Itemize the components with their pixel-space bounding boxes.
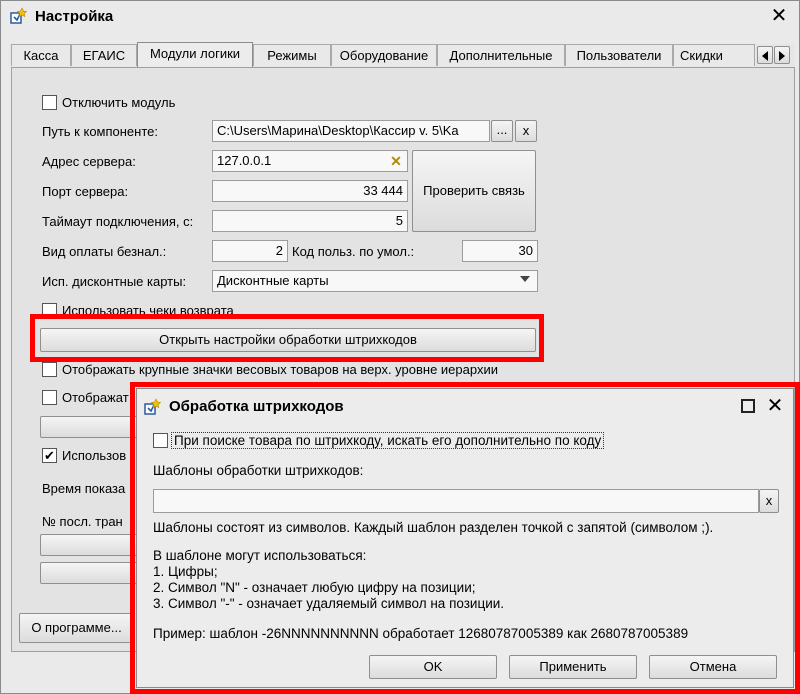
search-by-code-checkbox[interactable] <box>153 433 168 448</box>
maximize-icon[interactable] <box>741 399 755 413</box>
check-connection-button[interactable]: Проверить связь <box>412 150 536 232</box>
disable-module-label: Отключить модуль <box>62 95 176 110</box>
chevron-right-icon <box>779 51 785 61</box>
example-text: Пример: шаблон -26NNNNNNNNNN обработает … <box>153 626 689 641</box>
cancel-button[interactable]: Отмена <box>649 655 777 679</box>
use-option-label: Использов <box>62 448 127 463</box>
component-path-input[interactable]: C:\Users\Марина\Desktop\Кассир v. 5\Ka <box>212 120 490 142</box>
info-line-4: 2. Символ "N" - означает любую цифру на … <box>153 580 476 595</box>
server-address-label: Адрес сервера: <box>42 154 136 169</box>
templates-label: Шаблоны обработки штрихкодов: <box>153 463 364 478</box>
show-large-icons-label: Отображать крупные значки весовых товаро… <box>62 362 498 377</box>
show-option-label: Отображат <box>62 390 129 405</box>
dialog-close-icon[interactable]: ✕ <box>765 396 785 416</box>
about-button[interactable]: О программе... <box>19 613 134 643</box>
tab-users[interactable]: Пользователи <box>565 44 673 66</box>
default-user-code-label: Код польз. по умол.: <box>292 244 415 259</box>
show-option-checkbox[interactable] <box>42 390 57 405</box>
show-time-label: Время показа <box>42 481 126 496</box>
info-line-5: 3. Символ "-" - означает удаляемый симво… <box>153 596 505 611</box>
server-port-label: Порт сервера: <box>42 184 129 199</box>
use-return-checks-label: Использовать чеки возврата <box>62 303 234 318</box>
clear-icon: x <box>765 493 773 508</box>
tab-logic-modules[interactable]: Модули логики <box>137 42 253 67</box>
show-large-icons-checkbox[interactable] <box>42 362 57 377</box>
tab-bar: Касса ЕГАИС Модули логики Режимы Оборудо… <box>9 42 795 68</box>
tab-additional[interactable]: Дополнительные <box>437 44 565 66</box>
tab-egais[interactable]: ЕГАИС <box>71 44 137 66</box>
tab-scroll-right-button[interactable] <box>774 46 790 64</box>
tab-kassa[interactable]: Касса <box>11 44 71 66</box>
browse-button[interactable]: ... <box>491 120 513 142</box>
tab-modes[interactable]: Режимы <box>253 44 331 66</box>
search-by-code-label: При поиске товара по штрихкоду, искать е… <box>171 432 605 449</box>
use-return-checks-checkbox[interactable] <box>42 303 57 318</box>
apply-button[interactable]: Применить <box>509 655 637 679</box>
clear-address-icon[interactable]: ✕ <box>388 152 404 170</box>
last-transaction-label: № посл. тран <box>42 514 123 529</box>
open-barcode-settings-button[interactable]: Открыть настройки обработки штрихкодов <box>40 328 536 352</box>
settings-titlebar[interactable]: Настройка ✕ <box>1 1 799 31</box>
tab-equipment[interactable]: Оборудование <box>331 44 437 66</box>
clear-path-button[interactable]: x <box>515 120 537 142</box>
component-path-label: Путь к компоненте: <box>42 124 158 139</box>
tab-scroll-left-button[interactable] <box>757 46 773 64</box>
timeout-input[interactable]: 5 <box>212 210 408 232</box>
info-line-1: Шаблоны состоят из символов. Каждый шабл… <box>153 520 714 535</box>
tab-discounts[interactable]: Скидки <box>673 44 755 66</box>
server-address-input[interactable]: 127.0.0.1 <box>212 150 408 172</box>
discount-cards-label: Исп. дисконтные карты: <box>42 274 187 289</box>
chevron-left-icon <box>762 51 768 61</box>
server-port-input[interactable]: 33 444 <box>212 180 408 202</box>
close-icon[interactable]: ✕ <box>769 6 789 26</box>
use-option-checkbox[interactable]: ✔ <box>42 448 57 463</box>
templates-input[interactable] <box>153 489 759 513</box>
discount-cards-select[interactable]: Дисконтные карты <box>212 270 538 292</box>
hidden-button-2[interactable] <box>40 534 150 556</box>
dialog-title: Обработка штрихкодов <box>169 398 344 415</box>
dialog-icon <box>143 398 162 416</box>
window-title: Настройка <box>35 8 114 25</box>
app-icon <box>9 7 28 25</box>
default-user-code-input[interactable]: 30 <box>462 240 538 262</box>
ok-button[interactable]: OK <box>369 655 497 679</box>
hidden-button-1[interactable] <box>40 416 150 438</box>
cashless-payment-input[interactable]: 2 <box>212 240 288 262</box>
barcode-dialog: Обработка штрихкодов ✕ При поиске товара… <box>136 388 794 688</box>
disable-module-checkbox[interactable] <box>42 95 57 110</box>
timeout-label: Таймаут подключения, с: <box>42 214 194 229</box>
info-line-3: 1. Цифры; <box>153 564 218 579</box>
info-line-2: В шаблоне могут использоваться: <box>153 548 367 563</box>
chevron-down-icon[interactable] <box>520 276 530 282</box>
templates-clear-button[interactable]: x <box>759 489 779 513</box>
hidden-button-3[interactable] <box>40 562 150 584</box>
cashless-payment-label: Вид оплаты безнал.: <box>42 244 167 259</box>
